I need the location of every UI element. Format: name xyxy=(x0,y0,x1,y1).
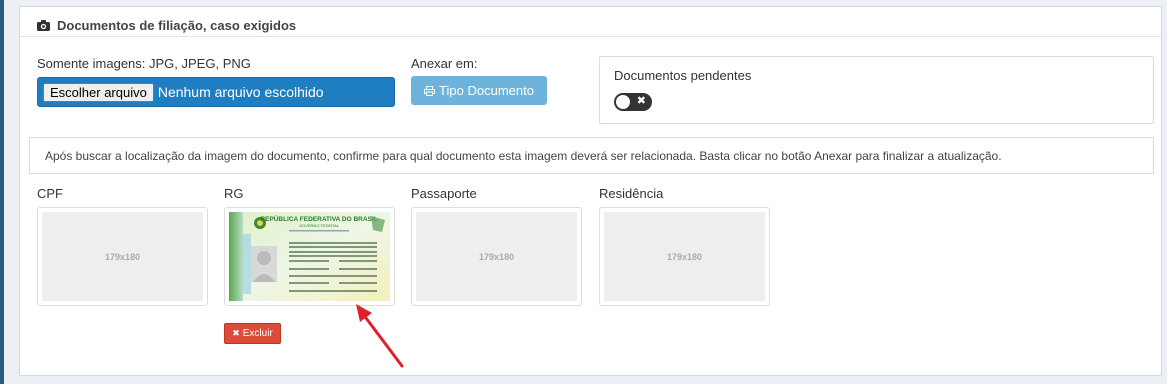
window-left-edge xyxy=(0,0,4,384)
residencia-thumbnail[interactable]: 179x180 xyxy=(599,207,770,306)
document-type-label: Tipo Documento xyxy=(439,83,534,98)
annotation-arrow xyxy=(356,304,404,368)
document-type-button[interactable]: Tipo Documento xyxy=(411,76,547,105)
toggle-knob xyxy=(616,95,630,109)
attach-label: Anexar em: xyxy=(411,56,478,71)
choose-file-button[interactable]: Escolher arquivo xyxy=(43,82,154,102)
rg-document-image: REPÚBLICA FEDERATIVA DO BRASIL GOVERNO F… xyxy=(229,212,390,301)
upload-label: Somente imagens: JPG, JPEG, PNG xyxy=(37,56,251,71)
pending-documents-label: Documentos pendentes xyxy=(614,68,752,83)
close-icon: ✖ xyxy=(636,95,646,107)
pending-documents-box: Documentos pendentes ✖ xyxy=(599,56,1154,124)
info-message: Após buscar a localização da imagem do d… xyxy=(29,137,1154,174)
passaporte-placeholder: 179x180 xyxy=(416,212,577,301)
pending-documents-toggle[interactable]: ✖ xyxy=(614,93,652,111)
file-status-text: Nenhum arquivo escolhido xyxy=(157,84,324,100)
rg-thumbnail[interactable]: REPÚBLICA FEDERATIVA DO BRASIL GOVERNO F… xyxy=(224,207,395,306)
camera-icon xyxy=(37,19,50,31)
doc-label-rg: RG xyxy=(224,186,244,201)
rg-card-header: REPÚBLICA FEDERATIVA DO BRASIL xyxy=(260,214,377,223)
doc-label-cpf: CPF xyxy=(37,186,63,201)
cpf-thumbnail[interactable]: 179x180 xyxy=(37,207,208,306)
cpf-placeholder: 179x180 xyxy=(42,212,203,301)
doc-label-passaporte: Passaporte xyxy=(411,186,477,201)
panel-title: Documentos de filiação, caso exigidos xyxy=(57,17,297,33)
close-icon: ✖ xyxy=(232,328,240,338)
delete-button-label: Excluir xyxy=(242,328,273,339)
doc-label-residencia: Residência xyxy=(599,186,664,201)
delete-button[interactable]: ✖ Excluir xyxy=(224,323,281,344)
print-icon xyxy=(424,85,436,96)
rg-card-subheader: GOVERNO FEDERAL xyxy=(299,223,340,228)
panel-header: Documentos de filiação, caso exigidos xyxy=(20,7,1161,37)
file-input[interactable]: Escolher arquivo Nenhum arquivo escolhid… xyxy=(37,77,395,107)
info-text: Após buscar a localização da imagem do d… xyxy=(45,149,1002,163)
documents-panel: Documentos de filiação, caso exigidos So… xyxy=(19,6,1162,376)
passaporte-thumbnail[interactable]: 179x180 xyxy=(411,207,582,306)
residencia-placeholder: 179x180 xyxy=(604,212,765,301)
